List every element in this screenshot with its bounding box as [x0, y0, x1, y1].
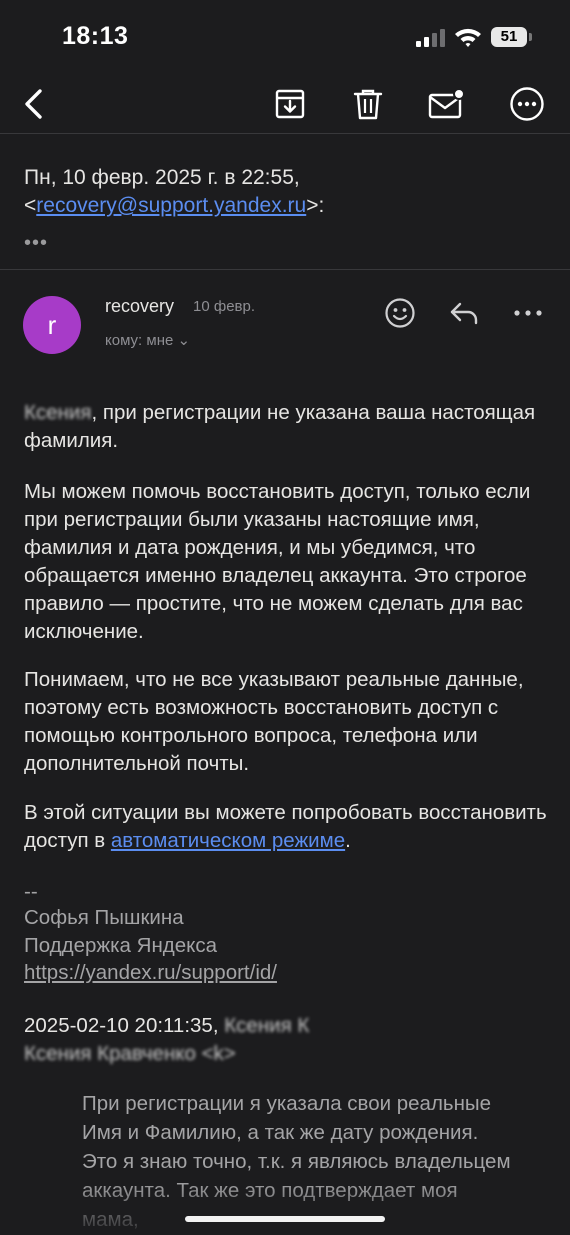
- blurred-recipient-name: Ксения: [24, 401, 92, 424]
- more-options-button[interactable]: [507, 84, 547, 124]
- message-more-button[interactable]: [510, 296, 546, 330]
- message-date: 10 февр.: [193, 298, 256, 315]
- status-bar: 18:13 51: [0, 0, 570, 72]
- back-icon: [25, 89, 42, 119]
- avatar[interactable]: r: [23, 296, 81, 354]
- header-divider: [0, 269, 570, 270]
- battery-indicator: 51: [491, 27, 527, 47]
- body-paragraph-4: В этой ситуации вы можете попробовать во…: [24, 801, 547, 852]
- header-email-prefix: <: [24, 194, 37, 217]
- quoted-date: 2025-02-10 20:11:35,: [24, 1014, 219, 1037]
- header-date: Пн, 10 февр. 2025 г. в 22:55,: [24, 166, 300, 189]
- header-email-line: <recovery@support.yandex.ru>:: [24, 194, 324, 218]
- body-paragraph-3: Понимаем, что не все указывают реальные …: [24, 668, 524, 775]
- status-time: 18:13: [62, 22, 129, 50]
- signature-separator: --: [24, 880, 38, 903]
- signature-name: Софья Пышкина: [24, 906, 184, 929]
- bottom-fade: [0, 1180, 570, 1235]
- auto-recovery-link[interactable]: автоматическом режиме: [111, 829, 345, 852]
- signature-support-link[interactable]: https://yandex.ru/support/id/: [24, 961, 277, 985]
- archive-icon: [275, 89, 305, 119]
- blurred-quoted-address: Ксения Кравченко <k>: [24, 1042, 236, 1065]
- home-indicator[interactable]: [185, 1216, 385, 1222]
- trash-icon: [353, 89, 383, 120]
- quoted-header: 2025-02-10 20:11:35, Ксения К: [24, 1012, 554, 1040]
- mark-unread-icon: [428, 88, 465, 119]
- reply-button[interactable]: [446, 296, 482, 330]
- blurred-quoted-sender: Ксения К: [224, 1014, 310, 1037]
- wifi-icon: [455, 28, 481, 47]
- signature-team: Поддержка Яндекса: [24, 934, 217, 957]
- more-icon: [510, 87, 544, 121]
- header-more-button[interactable]: •••: [24, 232, 48, 255]
- reply-icon: [450, 302, 478, 325]
- header-email-suffix: >:: [306, 194, 325, 217]
- mark-unread-button[interactable]: [426, 84, 466, 124]
- smiley-icon: [385, 298, 415, 328]
- toolbar-divider: [0, 133, 570, 134]
- battery-tip: [529, 33, 532, 41]
- mail-toolbar: [0, 72, 570, 132]
- more-horizontal-icon: [514, 310, 542, 316]
- delete-button[interactable]: [348, 84, 388, 124]
- body-paragraph-2: Мы можем помочь восстановить доступ, тол…: [24, 480, 531, 643]
- back-button[interactable]: [14, 84, 54, 124]
- archive-button[interactable]: [270, 84, 310, 124]
- sender-name[interactable]: recovery: [105, 296, 174, 317]
- signal-icon: [416, 29, 445, 47]
- reaction-button[interactable]: [382, 296, 418, 330]
- header-email-link[interactable]: recovery@support.yandex.ru: [36, 194, 306, 217]
- body-paragraph-1: Ксения, при регистрации не указана ваша …: [24, 401, 536, 452]
- recipients-toggle[interactable]: кому: мне ⌄: [105, 331, 190, 349]
